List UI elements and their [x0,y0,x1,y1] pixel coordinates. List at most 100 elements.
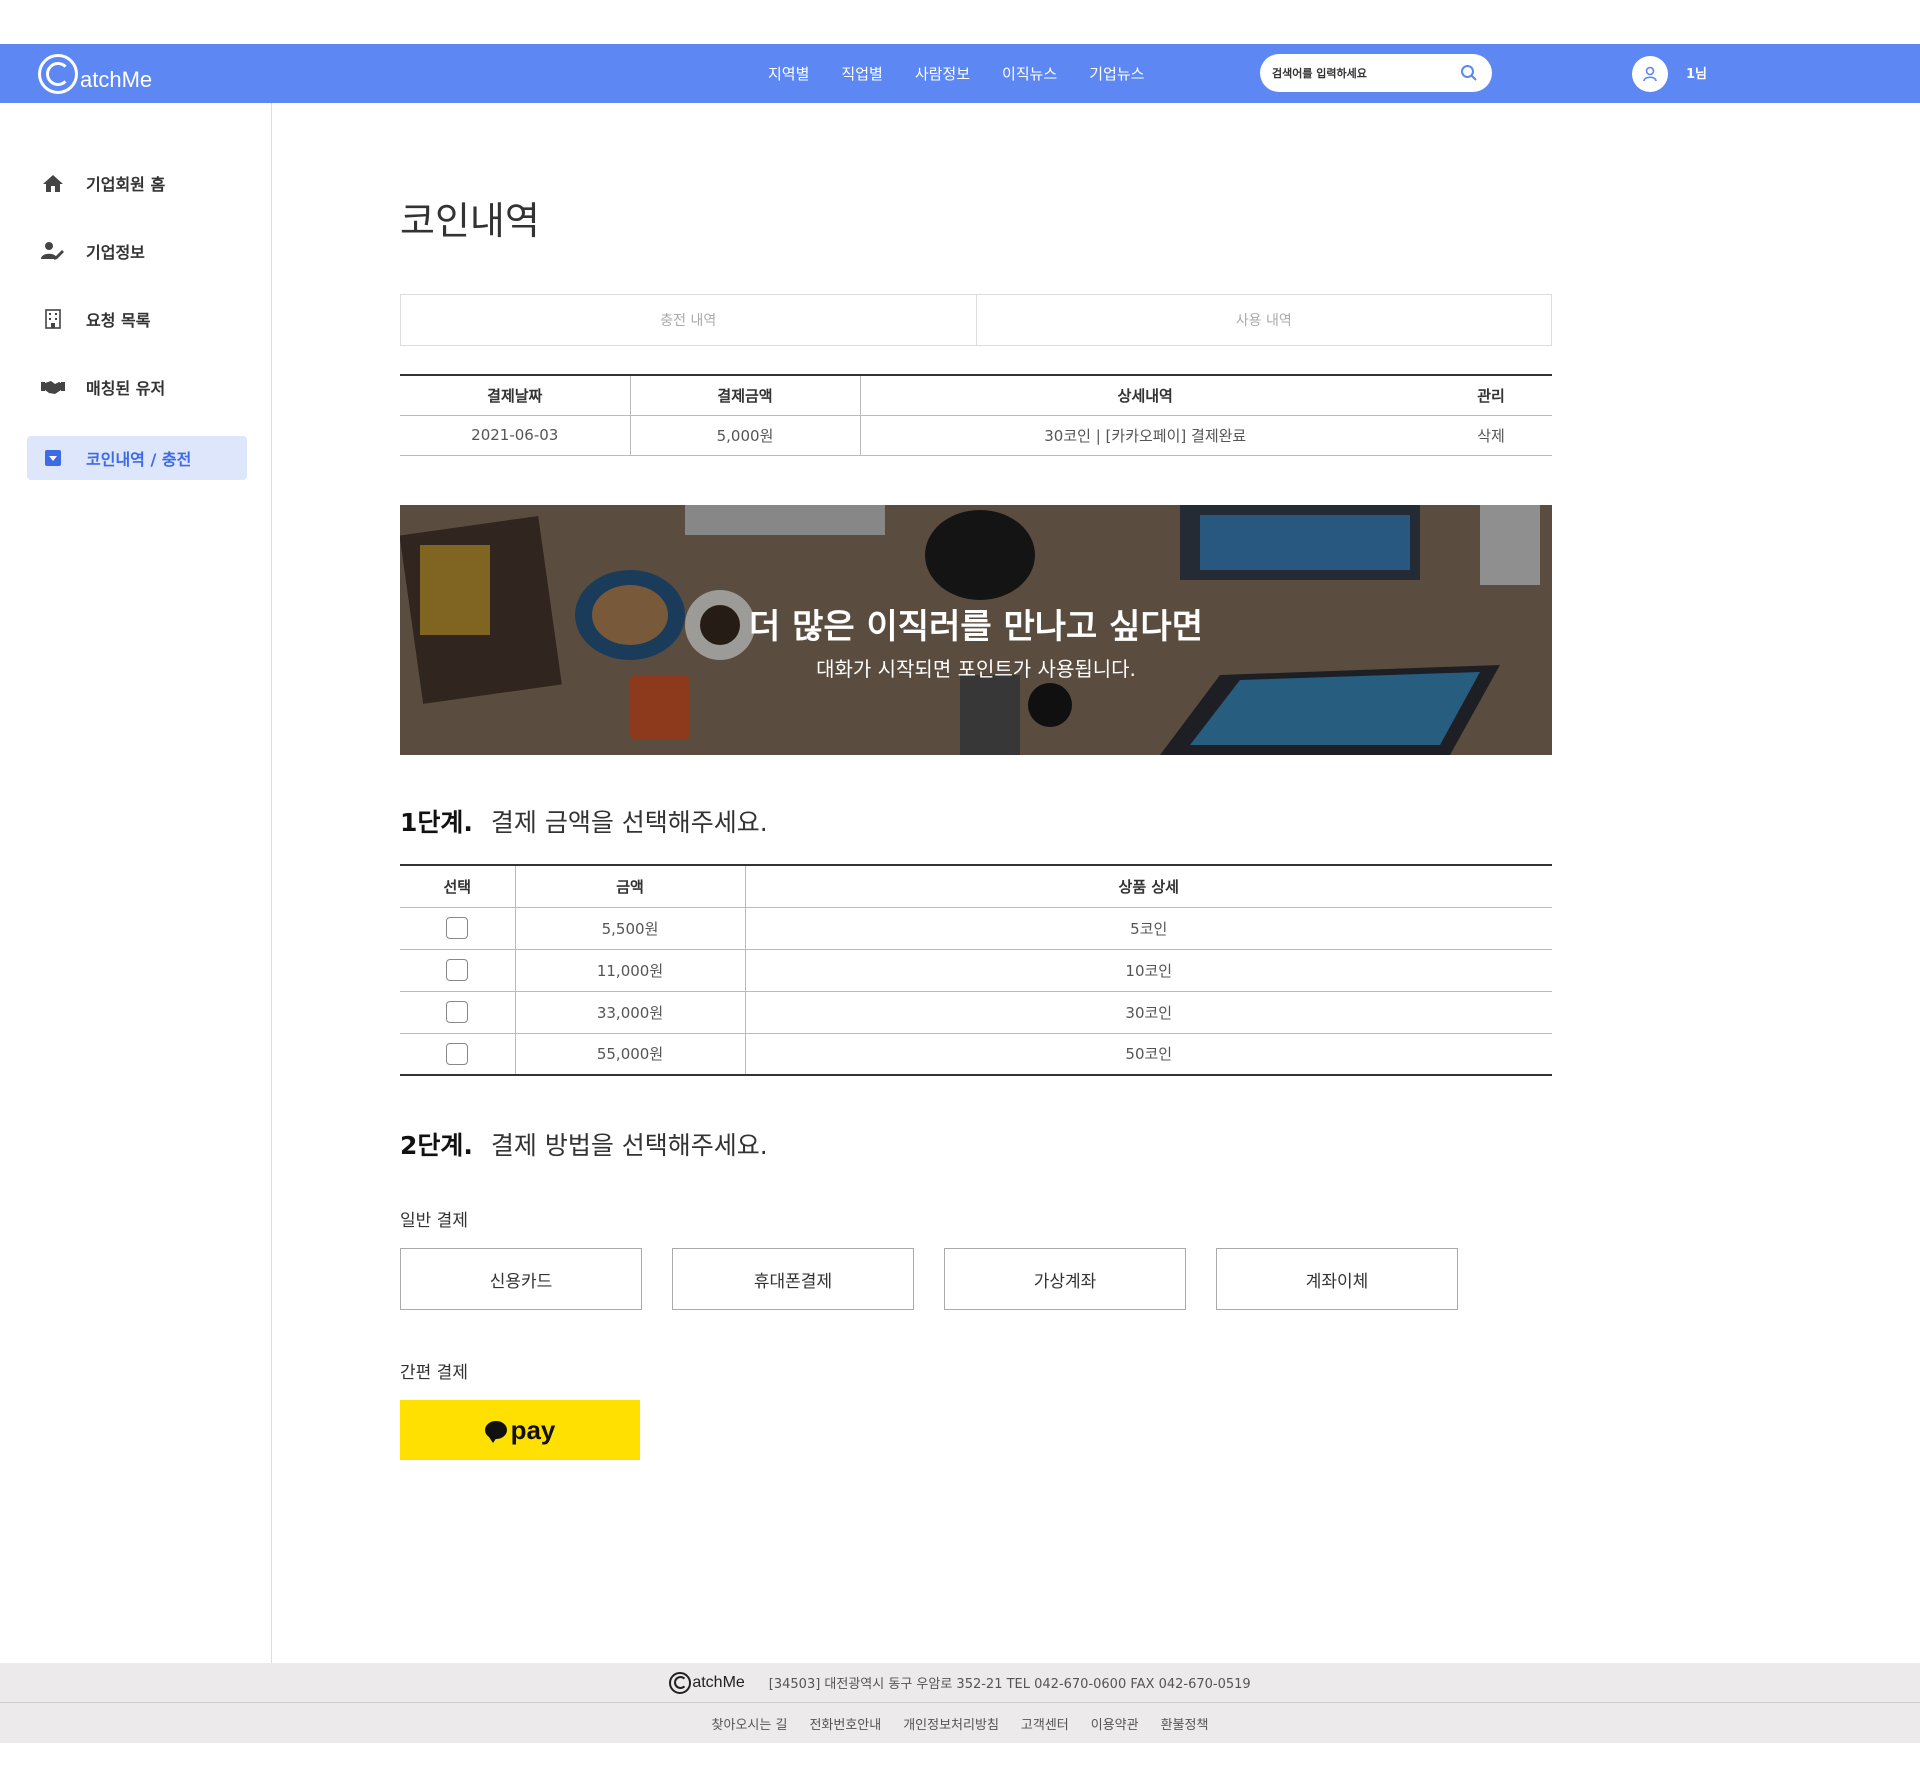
step1-heading: 1단계. 결제 금액을 선택해주세요. [400,803,768,839]
product-checkbox[interactable] [446,1001,469,1023]
main-nav: 지역별 직업별 사람정보 이직뉴스 기업뉴스 [752,44,1160,103]
cell-price: 11,000원 [514,949,745,992]
footer: atchMe [34503] 대전광역시 동구 우암로 352-21 TEL 0… [0,1663,1920,1743]
cell-amount: 5,000원 [629,415,860,456]
col-header-amount: 결제금액 [629,374,860,416]
step2-text: 결제 방법을 선택해주세요. [490,1131,768,1160]
logo-c-mark [38,54,78,94]
step1-label: 1단계. [400,808,473,837]
tab-charge-history[interactable]: 충전 내역 [401,295,976,345]
table-header-row: 선택 금액 상품 상세 [400,864,1552,908]
sidebar-item-request-list[interactable]: 요청 목록 [27,297,247,341]
kakaopay-button[interactable]: pay [400,1400,640,1460]
general-payment-label: 일반 결제 [400,1211,468,1231]
select-cell [400,991,515,1034]
footer-link-terms[interactable]: 이용약관 [1091,1714,1139,1733]
nav-company-news[interactable]: 기업뉴스 [1089,63,1144,84]
select-cell [400,1033,515,1075]
footer-links: 찾아오시는 길 전화번호안내 개인정보처리방침 고객센터 이용약관 환불정책 [0,1704,1920,1743]
table-row: 2021-06-03 5,000원 30코인 | [카카오페이] 결제완료 삭제 [400,415,1552,456]
sidebar-item-matched-users[interactable]: 매칭된 유저 [27,365,247,409]
col-header-manage: 관리 [1430,374,1552,416]
promo-banner: 더 많은 이직러를 만나고 싶다면 대화가 시작되면 포인트가 사용됩니다. [400,505,1552,755]
sidebar-item-label: 코인내역 / 충전 [86,450,192,469]
table-header-row: 결제날짜 결제금액 상세내역 관리 [400,374,1552,416]
table-row: 33,000원 30코인 [400,991,1552,1034]
credit-card-button[interactable]: 신용카드 [400,1248,642,1310]
footer-logo-text: atchMe [692,1673,745,1691]
sidebar-item-label: 요청 목록 [86,311,151,330]
sidebar: 기업회원 홈 기업정보 요청 목록 매칭된 유저 코인내역 / 충전 [0,103,272,1663]
search-box [1260,54,1492,92]
product-checkbox[interactable] [446,959,469,981]
history-tabs: 충전 내역 사용 내역 [400,294,1552,346]
table-row: 11,000원 10코인 [400,949,1552,992]
home-icon [41,171,65,195]
banner-subline: 대화가 시작되면 포인트가 사용됩니다. [816,657,1136,681]
cell-detail: 30코인 | [카카오페이] 결제완료 [859,415,1430,456]
footer-logo: atchMe [669,1671,745,1694]
footer-logo-c-mark [669,1671,692,1694]
dropdown-box-icon [41,446,65,470]
catchme-logo[interactable]: atchMe [38,54,152,94]
product-checkbox[interactable] [446,917,469,939]
step2-heading: 2단계. 결제 방법을 선택해주세요. [400,1126,768,1162]
virtual-account-button[interactable]: 가상계좌 [944,1248,1186,1310]
footer-link-directions[interactable]: 찾아오시는 길 [712,1714,788,1733]
nav-career-news[interactable]: 이직뉴스 [1002,63,1057,84]
col-header-price: 금액 [514,864,745,908]
search-input[interactable] [1272,63,1452,83]
sidebar-item-label: 기업회원 홈 [86,175,166,194]
footer-link-phone[interactable]: 전화번호안내 [809,1714,881,1733]
sidebar-item-company-home[interactable]: 기업회원 홈 [27,161,247,205]
sidebar-item-coin-history[interactable]: 코인내역 / 충전 [27,436,247,480]
sidebar-item-company-info[interactable]: 기업정보 [27,229,247,273]
handshake-icon [41,375,65,399]
product-checkbox[interactable] [446,1042,469,1065]
footer-link-refund[interactable]: 환불정책 [1161,1714,1209,1733]
sidebar-item-label: 매칭된 유저 [86,379,166,398]
cell-date: 2021-06-03 [400,415,630,456]
sidebar-item-label: 기업정보 [86,243,145,262]
search-icon[interactable] [1460,64,1478,82]
user-icon [1643,66,1657,82]
table-row: 5,500원 5코인 [400,907,1552,950]
nav-job[interactable]: 직업별 [841,63,882,84]
cell-product-detail: 30코인 [744,991,1552,1034]
cell-product-detail: 5코인 [744,907,1552,950]
cell-product-detail: 10코인 [744,949,1552,992]
col-header-date: 결제날짜 [400,374,630,416]
footer-address: [34503] 대전광역시 동구 우암로 352-21 TEL 042-670-… [768,1677,1251,1692]
user-edit-icon [41,239,65,263]
top-navbar: atchMe 지역별 직업별 사람정보 이직뉴스 기업뉴스 1님 [0,44,1920,103]
banner-headline: 더 많은 이직러를 만나고 싶다면 [749,607,1203,647]
nav-region[interactable]: 지역별 [768,63,809,84]
kakao-bubble-icon [484,1421,507,1443]
select-cell [400,907,515,950]
bank-transfer-button[interactable]: 계좌이체 [1216,1248,1458,1310]
building-icon [41,307,65,331]
delete-button[interactable]: 삭제 [1430,415,1552,456]
col-header-select: 선택 [400,864,515,908]
logo-text: atchMe [80,67,153,92]
col-header-detail: 상세내역 [859,374,1430,416]
simple-payment-label: 간편 결제 [400,1363,468,1383]
product-select-table: 선택 금액 상품 상세 5,500원 5코인 11,000원 10코인 33,0… [400,864,1552,1076]
step2-label: 2단계. [400,1131,473,1160]
cell-product-detail: 50코인 [744,1033,1552,1075]
payment-history-table: 결제날짜 결제금액 상세내역 관리 2021-06-03 5,000원 30코인… [400,374,1552,456]
cell-price: 5,500원 [514,907,745,950]
footer-link-privacy[interactable]: 개인정보처리방침 [903,1714,999,1733]
mobile-payment-button[interactable]: 휴대폰결제 [672,1248,914,1310]
table-row: 55,000원 50코인 [400,1033,1552,1075]
user-name[interactable]: 1님 [1686,63,1707,82]
kakaopay-text: pay [510,1414,556,1445]
nav-people[interactable]: 사람정보 [915,63,970,84]
cell-price: 55,000원 [514,1033,745,1075]
tab-usage-history[interactable]: 사용 내역 [975,295,1552,345]
footer-info-row: atchMe [34503] 대전광역시 동구 우암로 352-21 TEL 0… [0,1663,1920,1703]
user-avatar[interactable] [1632,56,1668,92]
col-header-product-detail: 상품 상세 [744,864,1552,908]
step1-text: 결제 금액을 선택해주세요. [490,808,768,837]
footer-link-support[interactable]: 고객센터 [1021,1714,1069,1733]
